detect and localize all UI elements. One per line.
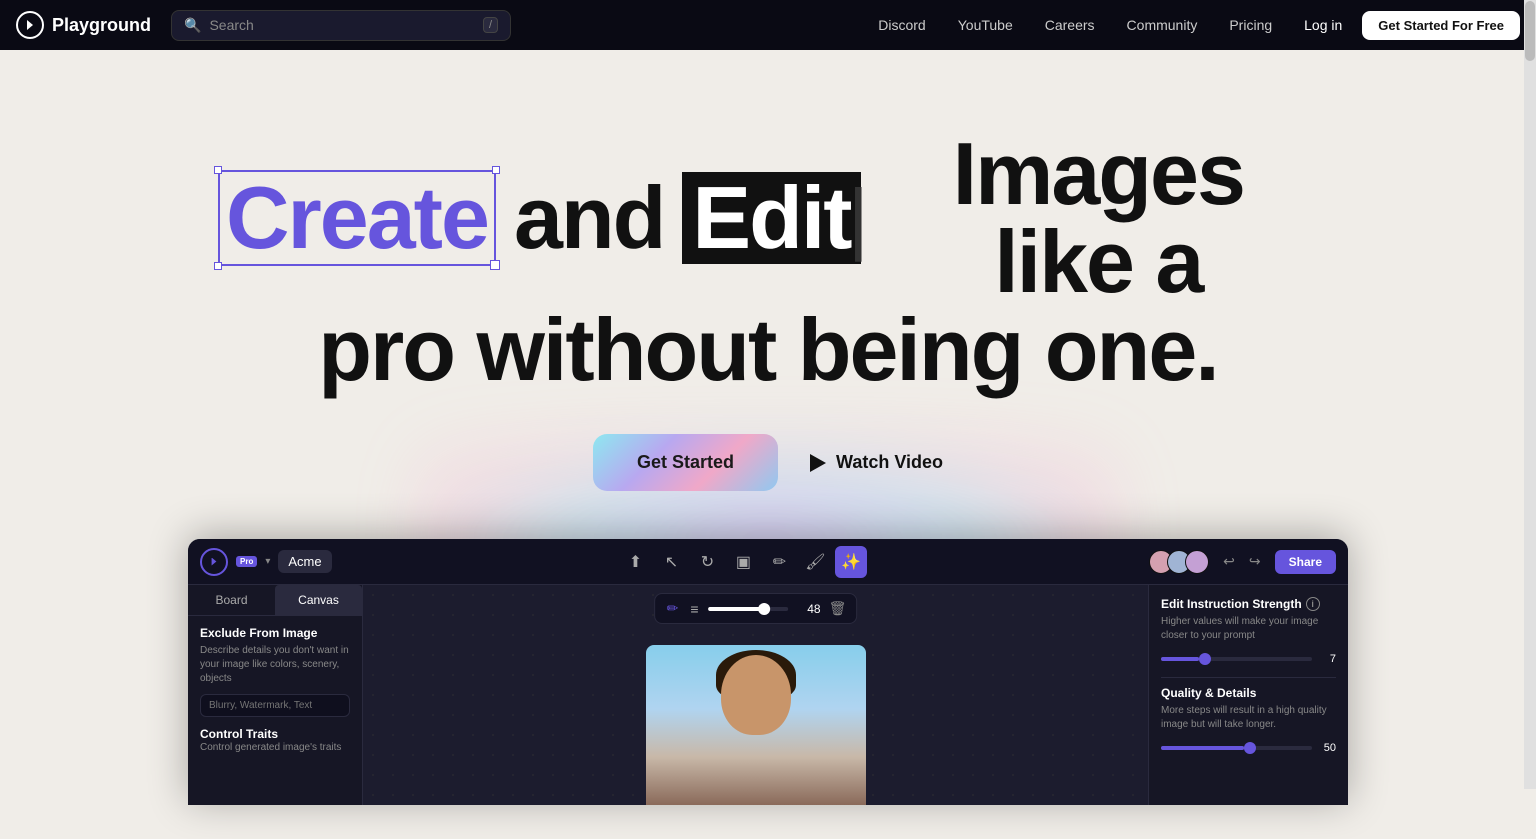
login-link[interactable]: Log in [1292, 11, 1354, 39]
strength-slider-row: 7 [1161, 653, 1336, 665]
tab-canvas[interactable]: Canvas [275, 585, 362, 615]
canvas-delete-icon[interactable]: 🗑 [829, 600, 847, 617]
scrollbar[interactable] [1524, 0, 1536, 789]
quality-slider-row: 50 [1161, 742, 1336, 754]
strength-slider-thumb [1199, 653, 1211, 665]
strength-value: 7 [1320, 653, 1336, 665]
canvas-slider-thumb [759, 603, 771, 615]
redo-button[interactable]: ↪ [1243, 549, 1267, 574]
hero-buttons: Get Started Watch Video [593, 434, 943, 491]
nav-logo[interactable]: Playground [16, 11, 151, 39]
canvas-slider-value: 48 [797, 602, 821, 616]
hero-section: Create and Edit Images like a pro withou… [0, 50, 1536, 839]
get-started-button[interactable]: Get Started For Free [1362, 11, 1520, 40]
handle-bl [214, 262, 222, 270]
strength-desc: Higher values will make your image close… [1161, 615, 1336, 643]
search-icon: 🔍 [184, 17, 201, 34]
nav-link-youtube[interactable]: YouTube [946, 11, 1025, 39]
hero-get-started-button[interactable]: Get Started [593, 434, 778, 491]
panel-tabs: Board Canvas [188, 585, 362, 616]
avatar-stack [1155, 550, 1209, 574]
toolbar-rotate-btn[interactable]: ↻ [691, 546, 723, 578]
control-title: Control Traits [200, 727, 350, 741]
app-logo-small [200, 548, 228, 576]
undo-redo-controls: ↩ ↪ [1217, 549, 1266, 574]
scrollbar-thumb[interactable] [1525, 1, 1535, 61]
watch-video-label: Watch Video [836, 452, 943, 473]
toolbar-export-btn[interactable]: ⬆ [619, 546, 651, 578]
share-button[interactable]: Share [1275, 550, 1336, 574]
strength-info-icon: i [1306, 597, 1320, 611]
app-topbar: Pro ▾ Acme ⬆ ↖ ↻ ▣ ✏ 🖌 ✨ ↩ [188, 539, 1348, 585]
search-placeholder: Search [209, 17, 253, 33]
toolbar-select-btn[interactable]: ↖ [655, 546, 687, 578]
app-project-name[interactable]: Acme [278, 550, 331, 573]
word-create: Create [226, 168, 488, 267]
canvas-person-head [721, 655, 791, 735]
exclude-title: Exclude From Image [200, 626, 350, 640]
control-desc: Control generated image's traits [200, 741, 350, 755]
strength-slider[interactable] [1161, 657, 1312, 661]
logo-text: Playground [52, 15, 151, 36]
hero-line2: pro without being one. [218, 306, 1318, 394]
toolbar-draw-btn[interactable]: ✏ [763, 546, 795, 578]
toolbar-magic-btn[interactable]: ✨ [835, 546, 867, 578]
nav-link-community[interactable]: Community [1115, 11, 1210, 39]
hero-create-word: Create [218, 170, 496, 266]
app-left-panel: Board Canvas Exclude From Image Describe… [188, 585, 363, 805]
quality-value: 50 [1320, 742, 1336, 754]
quality-desc: More steps will result in a high quality… [1161, 704, 1336, 732]
quality-slider-fill [1161, 746, 1244, 750]
strength-slider-fill [1161, 657, 1199, 661]
app-right-panel: Edit Instruction Strength i Higher value… [1148, 585, 1348, 805]
nav-link-pricing[interactable]: Pricing [1217, 11, 1284, 39]
nav-links: Discord YouTube Careers Community Pricin… [866, 11, 1520, 40]
toolbar-frame-btn[interactable]: ▣ [727, 546, 759, 578]
avatar-3 [1185, 550, 1209, 574]
exclude-desc: Describe details you don't want in your … [200, 644, 350, 686]
handle-br [492, 262, 500, 270]
undo-button[interactable]: ↩ [1217, 549, 1241, 574]
logo-icon [16, 11, 44, 39]
nav-link-careers[interactable]: Careers [1033, 11, 1107, 39]
canvas-lines-icon[interactable]: ≡ [688, 599, 700, 619]
app-canvas: ✏ ≡ 48 🗑 [363, 585, 1148, 805]
canvas-slider-fill [709, 607, 765, 611]
app-toolbar: ⬆ ↖ ↻ ▣ ✏ 🖌 ✨ [340, 546, 1148, 578]
app-pro-badge: Pro [236, 556, 257, 567]
tab-board[interactable]: Board [188, 585, 275, 615]
quality-slider-thumb [1244, 742, 1256, 754]
canvas-slider[interactable] [709, 607, 789, 611]
handle-tr [492, 166, 500, 174]
hero-line1-rest: Images like a [879, 130, 1318, 306]
search-bar[interactable]: 🔍 Search / [171, 10, 511, 41]
quality-slider[interactable] [1161, 746, 1312, 750]
strength-title: Edit Instruction Strength i [1161, 597, 1336, 611]
hero-headline: Create and Edit Images like a pro withou… [218, 130, 1318, 394]
exclude-input[interactable] [200, 694, 350, 717]
quality-title: Quality & Details [1161, 686, 1336, 700]
hero-edit-word: Edit [682, 172, 860, 264]
app-body: Board Canvas Exclude From Image Describe… [188, 585, 1348, 805]
play-icon [810, 454, 826, 472]
word-and: and [514, 174, 664, 262]
canvas-toolbar: ✏ ≡ 48 🗑 [654, 593, 858, 624]
app-topbar-right: ↩ ↪ Share [1155, 549, 1336, 574]
app-chevron-icon: ▾ [265, 556, 270, 567]
search-shortcut: / [483, 17, 498, 33]
handle-tl [214, 166, 222, 174]
canvas-image [646, 645, 866, 805]
toolbar-paint-btn[interactable]: 🖌 [799, 546, 831, 578]
exclude-section: Exclude From Image Describe details you … [188, 616, 362, 765]
word-edit: Edit [692, 168, 850, 267]
hero-watch-video-button[interactable]: Watch Video [810, 452, 943, 473]
right-divider [1161, 677, 1336, 678]
navbar: Playground 🔍 Search / Discord YouTube Ca… [0, 0, 1536, 50]
app-preview: Pro ▾ Acme ⬆ ↖ ↻ ▣ ✏ 🖌 ✨ ↩ [188, 539, 1348, 805]
canvas-brush-icon[interactable]: ✏ [665, 598, 681, 619]
nav-link-discord[interactable]: Discord [866, 11, 937, 39]
